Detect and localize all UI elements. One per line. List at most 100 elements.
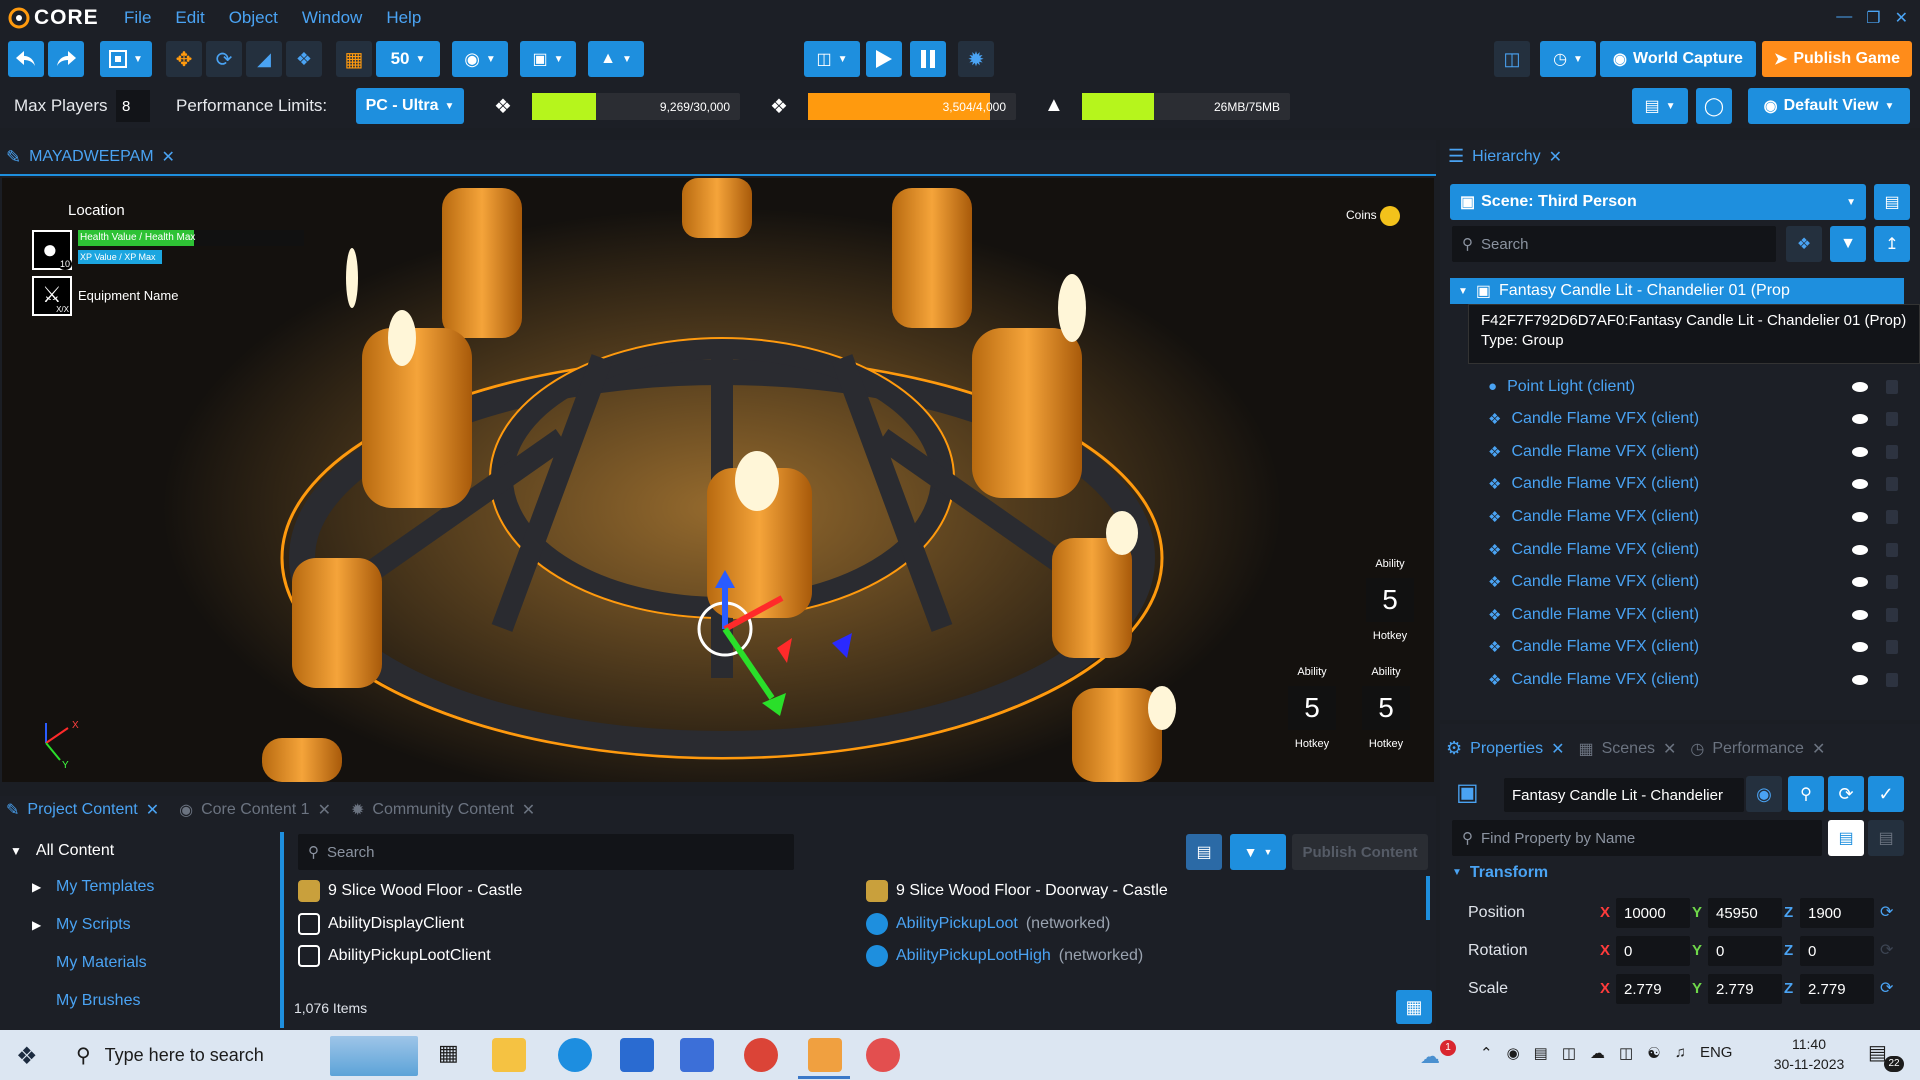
reset-scale-icon[interactable]: ⟳ — [1880, 978, 1893, 998]
max-players-field[interactable]: 8 — [116, 90, 150, 122]
scrollbar-thumb[interactable] — [1426, 876, 1430, 920]
hierarchy-tab[interactable]: ☰ Hierarchy ✕ — [1448, 146, 1562, 167]
visibility-eye-icon[interactable] — [1852, 609, 1868, 620]
camera-dropdown[interactable]: ▣ ▼ — [520, 41, 576, 77]
close-tab-icon[interactable]: ✕ — [1549, 147, 1562, 167]
file-item[interactable]: AbilityPickupLootClient — [298, 945, 491, 968]
visibility-eye-icon[interactable] — [1852, 479, 1868, 490]
clock[interactable]: 11:40 30-11-2023 — [1762, 1034, 1856, 1074]
file-item[interactable]: AbilityPickupLootHigh (networked) — [866, 945, 1143, 968]
tab-scenes[interactable]: Scenes — [1602, 740, 1655, 758]
grid-toggle-button[interactable]: ▦ — [336, 41, 372, 77]
local-world-dropdown[interactable]: ◉ ▼ — [452, 41, 508, 77]
alarm-dropdown[interactable]: ◷ ▼ — [1540, 41, 1596, 77]
hierarchy-row-selected[interactable]: ▼ ▣ Fantasy Candle Lit - Chandelier 01 (… — [1450, 278, 1904, 304]
file-item[interactable]: AbilityDisplayClient — [298, 912, 464, 935]
content-filter-dropdown[interactable]: ▼ ▼ — [1230, 834, 1286, 870]
store-icon[interactable] — [680, 1038, 714, 1072]
close-tab-icon[interactable]: ✕ — [318, 800, 331, 820]
close-tab-icon[interactable]: ✕ — [522, 800, 535, 820]
position-y-field[interactable]: 45950 — [1708, 898, 1782, 928]
weather-icon[interactable]: ☁ — [1420, 1044, 1440, 1069]
lock-icon[interactable] — [1886, 477, 1898, 492]
close-tab-icon[interactable]: ✕ — [162, 147, 175, 167]
lock-icon[interactable] — [1886, 444, 1898, 459]
publish-content-button[interactable]: Publish Content — [1292, 834, 1428, 870]
hierarchy-row[interactable]: ❖ Candle Flame VFX (client) — [1488, 533, 1908, 566]
caret-right-icon[interactable]: ▶ — [32, 918, 41, 932]
close-window-icon[interactable]: ✕ — [1895, 8, 1908, 28]
find-property-input[interactable]: ⚲ Find Property by Name — [1452, 820, 1822, 856]
transform-section-header[interactable]: ▼ Transform — [1452, 864, 1548, 882]
visibility-eye-icon[interactable] — [1852, 577, 1868, 588]
close-tab-icon[interactable]: ✕ — [146, 800, 159, 820]
play-button[interactable] — [866, 41, 902, 77]
reset-position-icon[interactable]: ⟳ — [1880, 902, 1893, 922]
menu-object[interactable]: Object — [229, 8, 278, 28]
file-item[interactable]: 9 Slice Wood Floor - Doorway - Castle — [866, 880, 1168, 902]
restore-icon[interactable]: ❐ — [1866, 8, 1880, 28]
open-folder-button[interactable]: ▤ — [1186, 834, 1222, 870]
panel-splitter[interactable] — [280, 832, 284, 1028]
tab-project-content[interactable]: Project Content — [27, 801, 137, 819]
paste-button[interactable]: ▤ — [1868, 820, 1904, 856]
world-space-button[interactable]: ❖ — [286, 41, 322, 77]
hierarchy-row[interactable]: ❖ Candle Flame VFX (client) — [1488, 468, 1908, 501]
lock-icon[interactable] — [1886, 542, 1898, 557]
windows-start-icon[interactable]: ❖ — [16, 1042, 38, 1071]
mail-icon[interactable] — [620, 1038, 654, 1072]
undo-button[interactable] — [8, 41, 44, 77]
close-tab-icon[interactable]: ✕ — [1663, 739, 1676, 759]
tab-core-content[interactable]: Core Content 1 — [201, 801, 310, 819]
visibility-eye-icon[interactable] — [1852, 511, 1868, 522]
visibility-eye-icon[interactable] — [1852, 674, 1868, 685]
tray-battery-icon[interactable]: ▤ — [1534, 1044, 1548, 1062]
rotation-z-field[interactable]: 0 — [1800, 936, 1874, 966]
hierarchy-row[interactable]: ● Point Light (client) — [1488, 370, 1908, 403]
move-tool-button[interactable]: ✥ — [166, 41, 202, 77]
menu-file[interactable]: File — [124, 8, 151, 28]
tray-cloud-icon[interactable]: ☁ — [1590, 1044, 1605, 1062]
tree-item-my-materials[interactable]: My Materials — [56, 954, 147, 972]
tray-usb-icon[interactable]: ◫ — [1562, 1044, 1576, 1062]
position-z-field[interactable]: 1900 — [1800, 898, 1874, 928]
collapse-button[interactable]: ↥ — [1874, 226, 1910, 262]
tree-item-my-scripts[interactable]: My Scripts — [56, 916, 131, 934]
tree-item-my-templates[interactable]: My Templates — [56, 878, 154, 896]
hierarchy-row[interactable]: ❖ Candle Flame VFX (client) — [1488, 598, 1908, 631]
tab-properties[interactable]: Properties — [1470, 740, 1543, 758]
rotation-y-field[interactable]: 0 — [1708, 936, 1782, 966]
redo-button[interactable] — [48, 41, 84, 77]
tray-chevron-icon[interactable]: ⌃ — [1480, 1044, 1493, 1062]
lock-icon[interactable] — [1886, 509, 1898, 524]
3d-viewport[interactable]: Location ● 10 Health Value / Health Max X… — [2, 178, 1434, 782]
minimize-icon[interactable]: — — [1836, 8, 1852, 28]
hierarchy-search-input[interactable]: ⚲ Search — [1452, 226, 1776, 262]
file-item[interactable]: 9 Slice Wood Floor - Castle — [298, 880, 522, 902]
reset-rotation-icon[interactable]: ⟳ — [1880, 940, 1893, 960]
hierarchy-row[interactable]: ❖ Candle Flame VFX (client) — [1488, 403, 1908, 436]
paint-icon[interactable] — [866, 1038, 900, 1072]
edge-icon[interactable] — [558, 1038, 592, 1072]
tree-root[interactable]: ▼ All Content — [10, 842, 114, 860]
tray-security-icon[interactable]: ◉ — [1507, 1044, 1520, 1062]
lock-icon[interactable] — [1886, 607, 1898, 622]
lock-icon[interactable] — [1886, 379, 1898, 394]
default-view-dropdown[interactable]: ◉ Default View ▼ — [1748, 88, 1910, 124]
core-app-icon[interactable] — [808, 1038, 842, 1072]
tab-performance[interactable]: Performance — [1712, 740, 1804, 758]
tab-community-content[interactable]: Community Content — [372, 801, 513, 819]
hierarchy-row[interactable]: ❖ Candle Flame VFX (client) — [1488, 663, 1908, 696]
locate-button[interactable]: ⚲ — [1788, 776, 1824, 812]
scale-tool-button[interactable]: ◢ — [246, 41, 282, 77]
tray-language[interactable]: ENG — [1700, 1044, 1733, 1062]
scale-x-field[interactable]: 2.779 — [1616, 974, 1690, 1004]
lock-icon[interactable] — [1886, 575, 1898, 590]
file-explorer-icon[interactable] — [492, 1038, 526, 1072]
grid-view-button[interactable]: ▦ — [1396, 990, 1432, 1024]
lock-icon[interactable] — [1886, 672, 1898, 687]
bindings-button[interactable]: ◯ — [1696, 88, 1732, 124]
scene-dropdown[interactable]: ▣ Scene: Third Person ▼ — [1450, 184, 1866, 220]
save-dropdown[interactable]: ▤ ▼ — [1632, 88, 1688, 124]
close-tab-icon[interactable]: ✕ — [1551, 739, 1564, 759]
